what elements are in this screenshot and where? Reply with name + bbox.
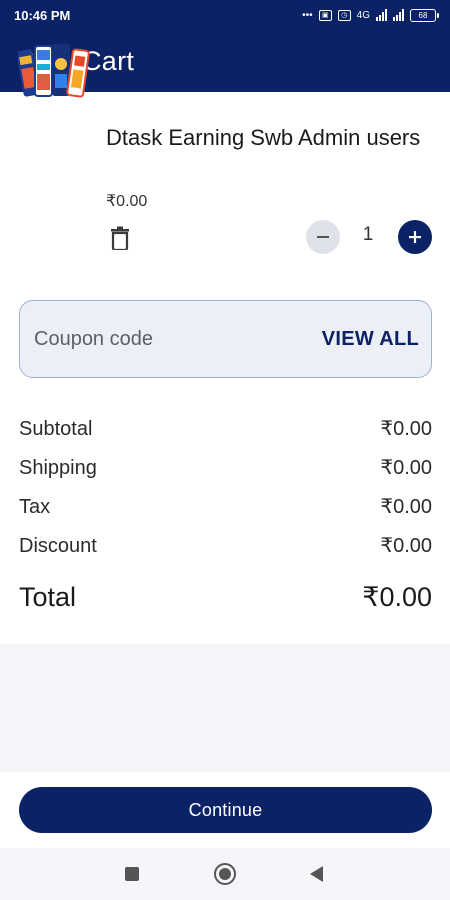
battery-icon: 68	[410, 8, 439, 22]
delete-item-button[interactable]	[108, 224, 132, 252]
signal-icon-2	[393, 9, 404, 21]
summary-label: Subtotal	[19, 418, 93, 440]
decrease-quantity-button[interactable]	[306, 220, 340, 254]
summary-row-shipping: Shipping ₹0.00	[19, 453, 432, 492]
product-image[interactable]	[16, 40, 90, 104]
total-label: Total	[19, 582, 77, 612]
summary-row-discount: Discount ₹0.00	[19, 531, 432, 570]
plus-icon	[409, 231, 421, 243]
alarm-icon: ◷	[337, 9, 351, 21]
nav-back-icon[interactable]	[310, 866, 323, 882]
summary-row-tax: Tax ₹0.00	[19, 492, 432, 531]
status-icons: ••• ▣ ◷ 4G 68	[302, 8, 439, 22]
summary-label: Discount	[19, 535, 97, 557]
sim-icon: ▣	[318, 9, 332, 21]
view-all-coupons-button[interactable]: VIEW ALL	[322, 328, 419, 351]
coupon-input[interactable]	[34, 327, 322, 351]
status-bar: 10:46 PM ••• ▣ ◷ 4G 68	[0, 0, 450, 30]
minus-icon	[317, 236, 329, 238]
summary-label: Tax	[19, 496, 51, 518]
coupon-field: VIEW ALL	[19, 300, 432, 378]
summary-label: Shipping	[19, 457, 97, 479]
continue-button[interactable]: Continue	[19, 787, 432, 833]
summary-value: ₹0.00	[380, 418, 432, 440]
product-price: ₹0.00	[106, 193, 148, 210]
increase-quantity-button[interactable]	[398, 220, 432, 254]
product-name: Dtask Earning Swb Admin users	[106, 125, 421, 150]
notification-dots-icon: •••	[302, 9, 313, 21]
summary-row-total: Total ₹0.00	[19, 582, 432, 613]
nav-recents-icon[interactable]	[125, 867, 139, 881]
signal-icon	[376, 9, 387, 21]
checkout-footer: Continue	[0, 772, 450, 848]
summary-row-subtotal: Subtotal ₹0.00	[19, 414, 432, 453]
quantity-value: 1	[362, 224, 374, 245]
summary-value: ₹0.00	[380, 457, 432, 479]
status-time: 10:46 PM	[14, 7, 71, 23]
trash-icon	[111, 226, 129, 250]
summary-value: ₹0.00	[380, 535, 432, 557]
nav-home-icon[interactable]	[214, 863, 236, 885]
total-value: ₹0.00	[362, 582, 432, 612]
system-nav-bar	[0, 848, 450, 900]
network-type-icon: 4G	[356, 9, 370, 21]
order-summary: Subtotal ₹0.00 Shipping ₹0.00 Tax ₹0.00 …	[19, 414, 432, 613]
summary-value: ₹0.00	[380, 496, 432, 518]
